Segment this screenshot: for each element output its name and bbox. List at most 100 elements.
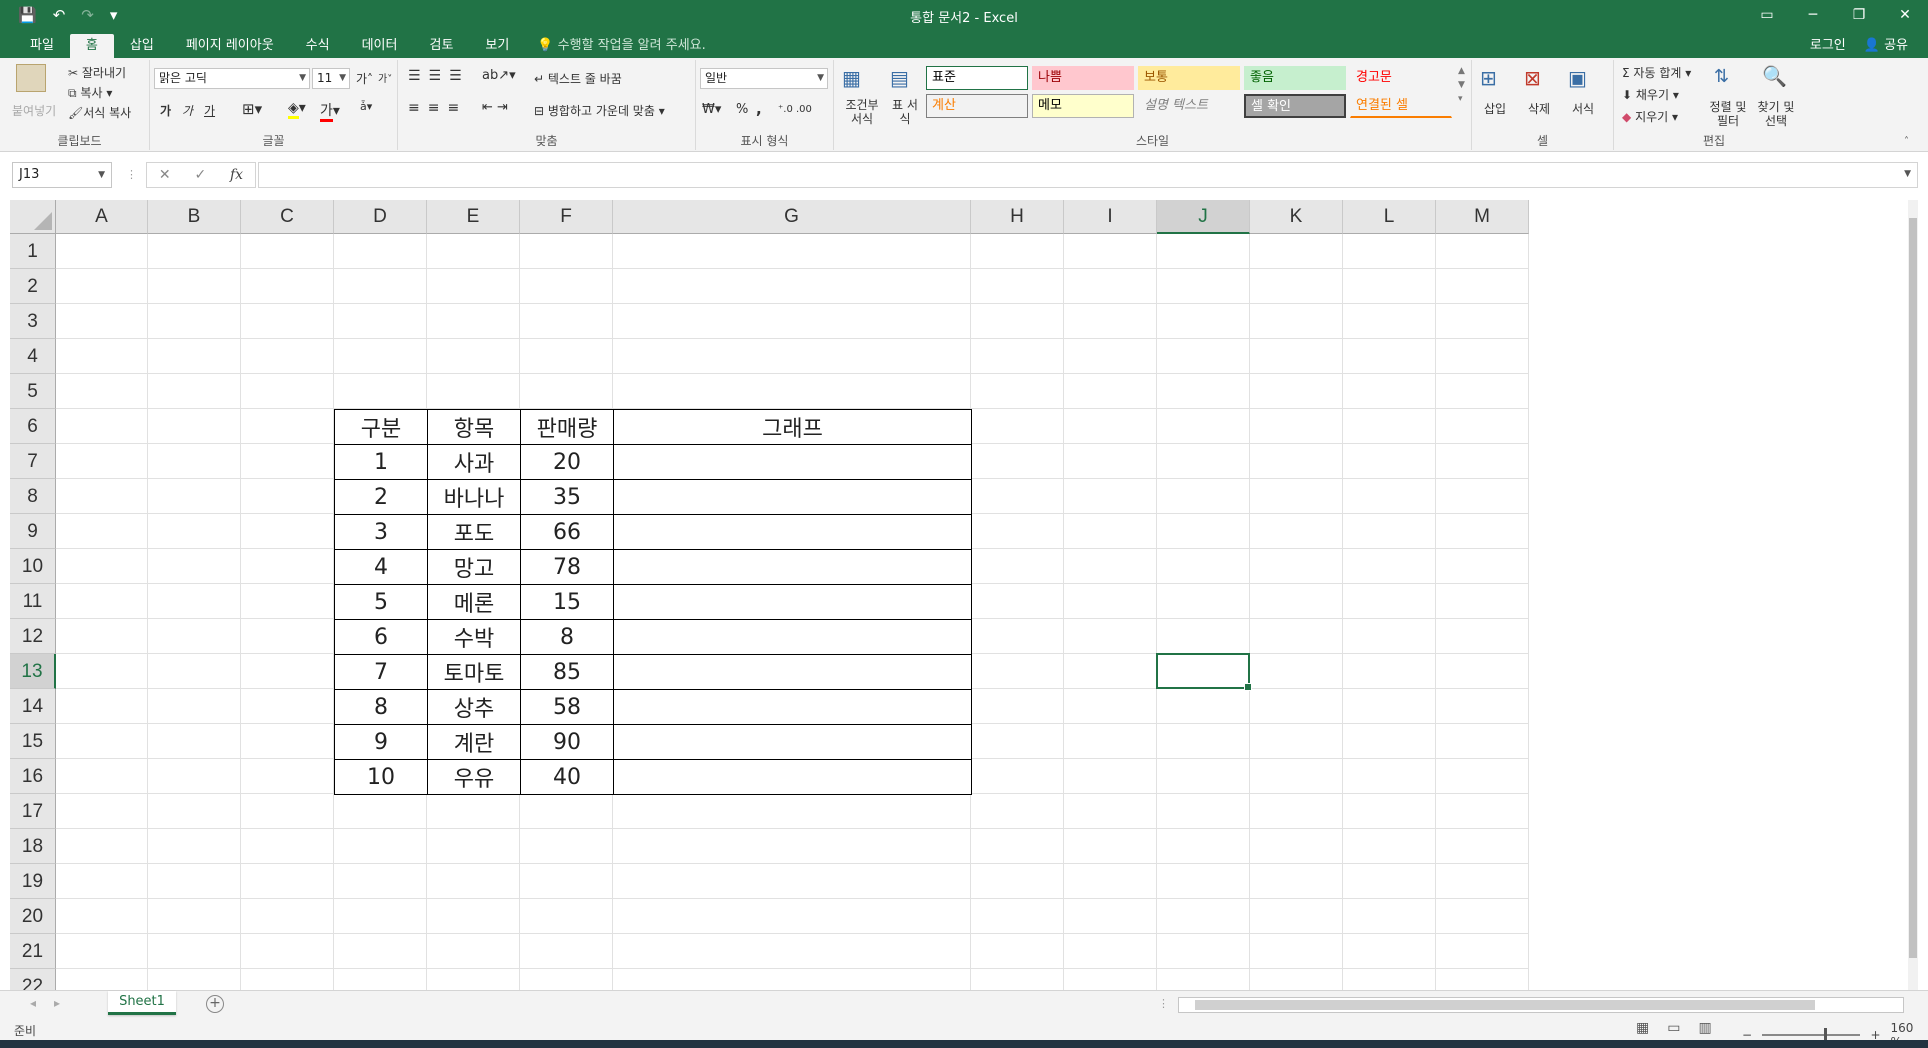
ribbon-display-options-icon[interactable]: ▭ [1744,0,1790,30]
column-header-d[interactable]: D [334,200,427,234]
table-cell[interactable]: 58 [520,689,614,725]
table-cell[interactable]: 3 [334,514,428,550]
sort-filter-button[interactable]: 정렬 및 필터 [1708,100,1748,128]
table-cell[interactable]: 사과 [427,444,521,480]
horizontal-scrollbar[interactable] [1178,997,1904,1013]
tab-home[interactable]: 홈 [69,34,114,58]
row-header-21[interactable]: 21 [10,934,56,969]
add-sheet-icon[interactable]: + [206,995,224,1013]
insert-function-icon[interactable]: fx [230,167,243,183]
row-header-16[interactable]: 16 [10,759,56,794]
table-cell[interactable] [613,654,972,690]
cell-style-4[interactable]: 경고문 [1350,66,1452,90]
format-cells-button[interactable]: 서식 [1572,100,1594,117]
cancel-icon[interactable]: ✕ [159,167,171,183]
page-break-view-icon[interactable]: ▥ [1698,1020,1711,1036]
percent-button[interactable]: % [736,102,748,117]
restore-icon[interactable]: ❐ [1836,0,1882,30]
table-cell[interactable]: 15 [520,584,614,620]
paste-icon[interactable] [16,64,46,92]
sheet-tab-sheet1[interactable]: Sheet1 [108,991,176,1015]
format-table-icon[interactable]: ▤ [890,66,909,90]
table-cell[interactable]: 포도 [427,514,521,550]
row-header-1[interactable]: 1 [10,234,56,269]
number-format-dropdown[interactable]: 일반 ▼ [700,68,828,89]
formula-input[interactable]: ▼ [258,162,1918,188]
merge-center-button[interactable]: ⊟ 병합하고 가운데 맞춤 ▾ [534,102,665,119]
delete-cells-icon[interactable]: ⊠ [1524,66,1541,90]
row-header-10[interactable]: 10 [10,549,56,584]
copy-button[interactable]: ⧉ 복사 ▾ [68,84,112,101]
row-header-20[interactable]: 20 [10,899,56,934]
table-header-cell[interactable]: 항목 [427,409,521,445]
row-header-17[interactable]: 17 [10,794,56,829]
active-cell-selection[interactable] [1156,653,1252,691]
gallery-scroll-icon[interactable]: ▲ ▼ ▾ [1458,64,1465,106]
column-header-f[interactable]: F [520,200,613,234]
table-cell[interactable] [613,549,972,585]
row-header-13[interactable]: 13 [10,654,56,689]
horizontal-align-icons[interactable]: ≡≡≡ [408,100,467,116]
table-cell[interactable] [613,759,972,795]
splitter-icon[interactable]: ⋮ [126,168,137,181]
font-size-dropdown[interactable]: 11 ▼ [312,68,350,89]
column-header-m[interactable]: M [1436,200,1529,234]
table-cell[interactable] [613,514,972,550]
table-cell[interactable] [613,584,972,620]
table-cell[interactable]: 8 [520,619,614,655]
tab-view[interactable]: 보기 [469,34,525,58]
table-cell[interactable] [613,444,972,480]
tab-splitter-icon[interactable]: ⋮ [1158,997,1169,1010]
fill-color-icon[interactable]: ◈▾ [288,100,306,119]
format-painter-button[interactable]: 🖌서식 복사 [68,104,131,121]
cut-button[interactable]: ✂ 잘라내기 [68,64,126,81]
borders-icon[interactable]: ⊞▾ [242,100,262,118]
insert-cells-icon[interactable]: ⊞ [1480,66,1497,90]
tab-file[interactable]: 파일 [14,34,70,58]
table-cell[interactable]: 10 [334,759,428,795]
conditional-format-button[interactable]: 조건부 서식 [842,98,882,126]
clear-button[interactable]: ◆ 지우기 ▾ [1622,108,1678,125]
sheet-nav-arrows[interactable]: ◂▸ [30,996,78,1010]
bold-button[interactable]: 가 [160,102,171,119]
row-header-9[interactable]: 9 [10,514,56,549]
tab-formulas[interactable]: 수식 [290,34,346,58]
table-cell[interactable]: 40 [520,759,614,795]
cell-style-1[interactable]: 나쁨 [1032,66,1134,90]
row-header-15[interactable]: 15 [10,724,56,759]
paste-button[interactable]: 붙여넣기 [12,102,56,119]
table-cell[interactable]: 90 [520,724,614,760]
close-icon[interactable]: ✕ [1882,0,1928,30]
minimize-icon[interactable]: ─ [1790,0,1836,30]
row-header-12[interactable]: 12 [10,619,56,654]
row-header-4[interactable]: 4 [10,339,56,374]
table-cell[interactable] [613,724,972,760]
table-cell[interactable]: 35 [520,479,614,515]
row-header-19[interactable]: 19 [10,864,56,899]
cell-style-9[interactable]: 연결된 셀 [1350,94,1452,118]
cell-style-3[interactable]: 좋음 [1244,66,1346,90]
column-header-e[interactable]: E [427,200,520,234]
currency-icon[interactable]: ₩▾ [702,102,721,117]
column-header-b[interactable]: B [148,200,241,234]
wrap-text-button[interactable]: ↵ 텍스트 줄 바꿈 [534,70,622,87]
shrink-font-button[interactable]: 가˅ [378,70,392,85]
cell-style-0[interactable]: 표준 [926,66,1028,90]
table-header-cell[interactable]: 판매량 [520,409,614,445]
tab-review[interactable]: 검토 [413,34,469,58]
column-header-k[interactable]: K [1250,200,1343,234]
find-icon[interactable]: 🔍 [1762,64,1787,88]
sort-filter-icon[interactable]: ⇅ [1714,66,1729,87]
autosum-button[interactable]: Σ 자동 합계 ▾ [1622,64,1691,81]
table-cell[interactable]: 상추 [427,689,521,725]
collapse-ribbon-icon[interactable]: ˄ [1904,136,1909,147]
table-cell[interactable]: 1 [334,444,428,480]
tab-insert[interactable]: 삽입 [114,34,170,58]
table-cell[interactable]: 2 [334,479,428,515]
row-header-22[interactable]: 22 [10,969,56,990]
find-select-button[interactable]: 찾기 및 선택 [1754,100,1798,128]
column-header-i[interactable]: I [1064,200,1157,234]
table-header-cell[interactable]: 그래프 [613,409,972,445]
table-cell[interactable]: 바나나 [427,479,521,515]
name-box[interactable]: J13 ▼ [12,162,112,188]
